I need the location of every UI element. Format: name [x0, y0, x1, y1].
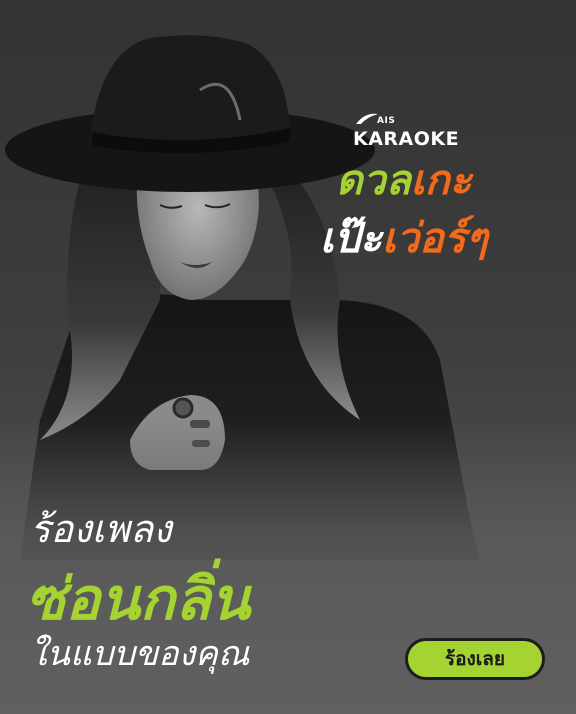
logo-ais-text: AIS [377, 116, 396, 126]
sing-now-label: ร้องเลย [444, 648, 506, 670]
headline-wer: เว่อร์ๆ [382, 214, 488, 262]
ais-wing-icon [356, 113, 378, 124]
headline-pe: เป๊ะ [320, 214, 383, 262]
headline-duel: ดวล [336, 156, 411, 204]
tagline-line3: ในแบบของคุณ [30, 634, 250, 674]
sing-now-button[interactable]: ร้องเลย [405, 638, 545, 680]
logo-karaoke-text: KARAOKE [353, 128, 460, 150]
headline-line1: ดวลเกะ [336, 160, 472, 201]
headline-line2: เป๊ะเว่อร์ๆ [320, 218, 488, 259]
headline-ke: เกะ [410, 156, 472, 204]
tagline-line1: ร้องเพลง [30, 507, 172, 551]
promo-banner: AIS KARAOKE ดวลเกะ เป๊ะเว่อร์ๆ ร้องเพลง … [0, 0, 576, 714]
